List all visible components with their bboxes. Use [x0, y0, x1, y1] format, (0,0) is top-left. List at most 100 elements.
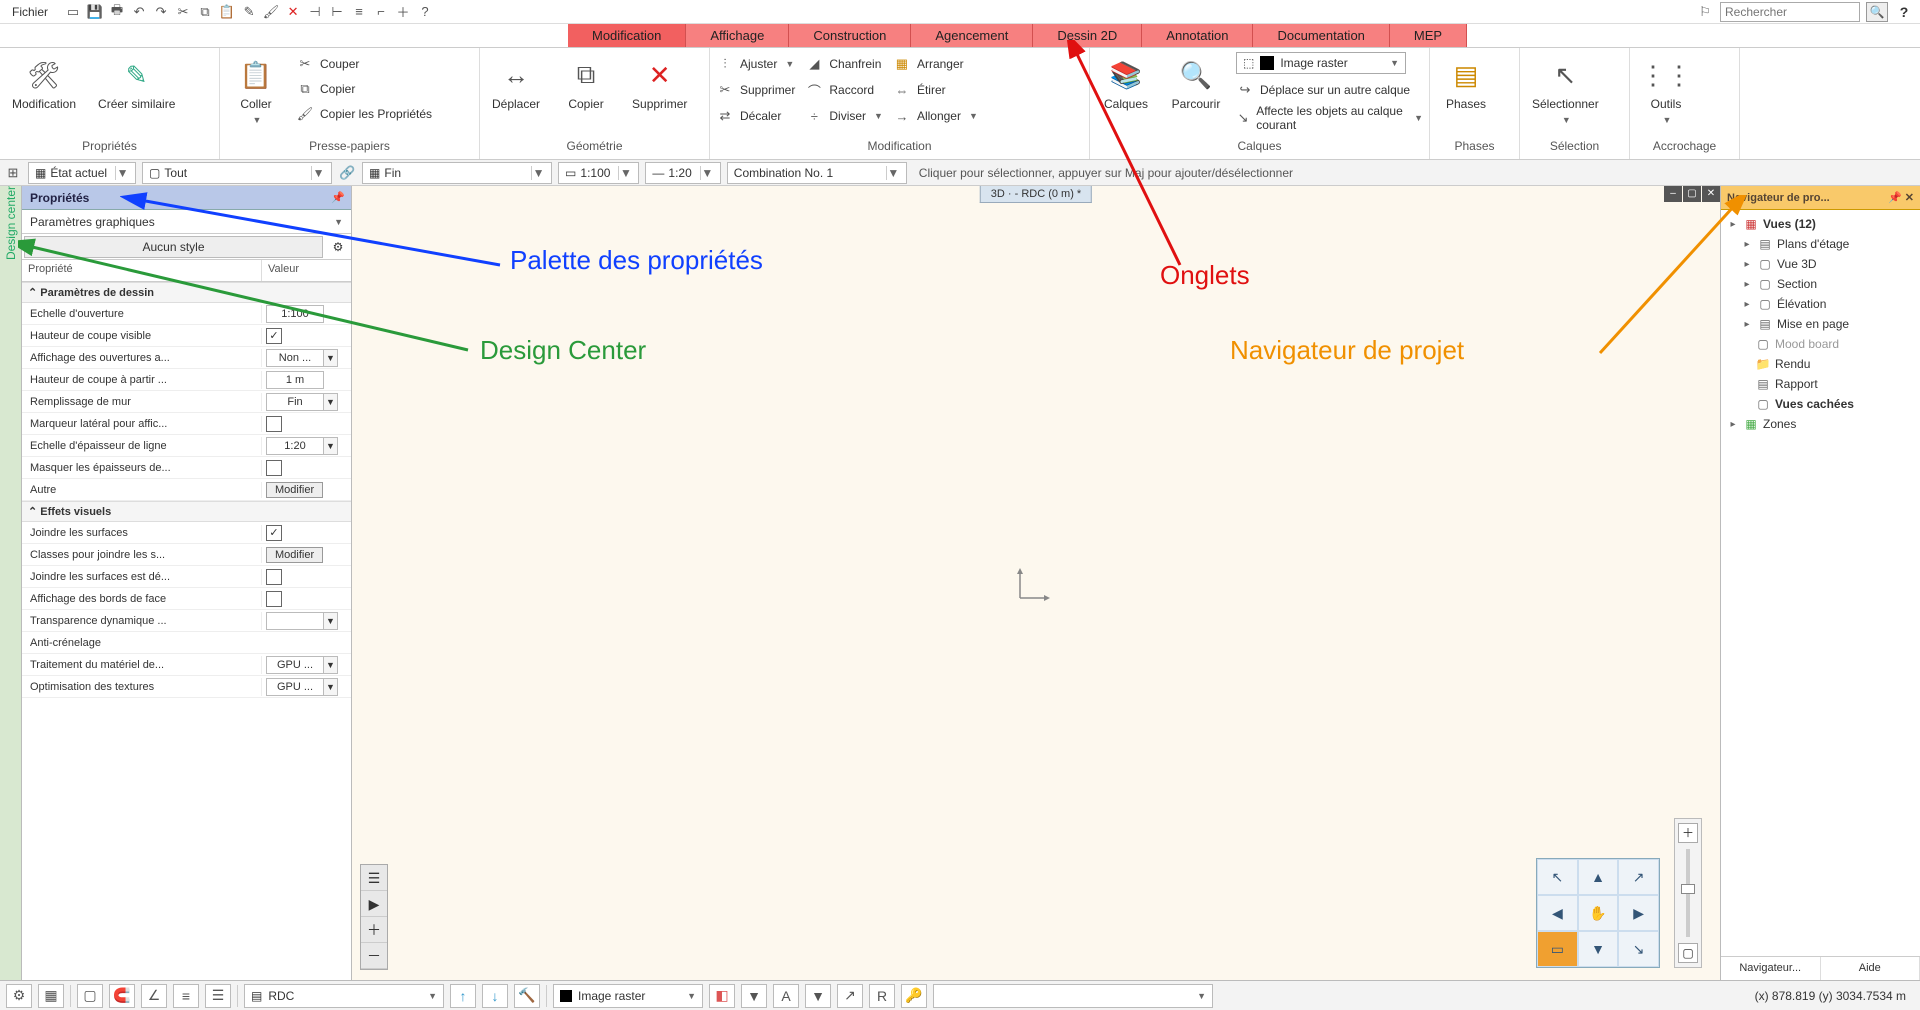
- dim2-icon[interactable]: ⊢: [328, 3, 346, 21]
- nav-nw[interactable]: ↖: [1537, 859, 1578, 895]
- open-icon[interactable]: ▭: [64, 3, 82, 21]
- dd-rempl[interactable]: ▼: [324, 393, 338, 411]
- val-ech-ep[interactable]: 1:20: [266, 437, 324, 455]
- chk-joindre[interactable]: ✓: [266, 525, 282, 541]
- style-button[interactable]: Aucun style: [24, 236, 323, 258]
- tree-moodboard[interactable]: ▢Mood board: [1723, 334, 1918, 354]
- zoom-out-icon[interactable]: －: [361, 943, 387, 969]
- section-dessin[interactable]: ⌃ Paramètres de dessin: [22, 282, 351, 303]
- sb-arrow-icon[interactable]: ↗: [837, 984, 863, 1008]
- minimize-icon[interactable]: –: [1664, 186, 1682, 202]
- search-input[interactable]: [1720, 2, 1860, 22]
- flag-icon[interactable]: ⚐: [1696, 3, 1714, 21]
- redo-icon[interactable]: ↷: [152, 3, 170, 21]
- sb-key-icon[interactable]: 🔑: [901, 984, 927, 1008]
- sb-up-icon[interactable]: ↑: [450, 984, 476, 1008]
- dd-gpu2[interactable]: ▼: [324, 678, 338, 696]
- view-tab[interactable]: 3D · - RDC (0 m) *: [980, 186, 1092, 203]
- val-aff-ouv[interactable]: Non ...: [266, 349, 324, 367]
- tree-vuescachees[interactable]: ▢Vues cachées: [1723, 394, 1918, 414]
- ajuster-button[interactable]: ⫶Ajuster▼: [716, 52, 795, 76]
- nav-sw[interactable]: ▭: [1537, 931, 1578, 967]
- nav-pan-icon[interactable]: ✋: [1578, 895, 1619, 931]
- brush-icon[interactable]: 🖌: [262, 3, 280, 21]
- tab-annotation[interactable]: Annotation: [1142, 24, 1253, 47]
- phases-button[interactable]: ▤Phases: [1436, 52, 1496, 115]
- corner-icon[interactable]: ⌐: [372, 3, 390, 21]
- paste-icon[interactable]: 📋: [218, 3, 236, 21]
- copy-props-button[interactable]: 🖌Copier les Propriétés: [296, 102, 432, 126]
- nav-ne[interactable]: ↗: [1618, 859, 1659, 895]
- chk-joindre-def[interactable]: [266, 569, 282, 585]
- modification-button[interactable]: 🛠Modification: [6, 52, 82, 115]
- browse-layers-button[interactable]: 🔍Parcourir: [1166, 52, 1226, 115]
- help-icon[interactable]: ?: [416, 3, 434, 21]
- val-gpu2[interactable]: GPU ...: [266, 678, 324, 696]
- sb-list-icon[interactable]: ☰: [205, 984, 231, 1008]
- section-effets[interactable]: ⌃ Effets visuels: [22, 501, 351, 522]
- pin-nav-icon[interactable]: 📌: [1888, 192, 1902, 204]
- sb-eraser-icon[interactable]: ◧: [709, 984, 735, 1008]
- sb-empty-combo[interactable]: ▼: [933, 984, 1213, 1008]
- dd-gpu1[interactable]: ▼: [324, 656, 338, 674]
- tree-section[interactable]: ▸▢Section: [1723, 274, 1918, 294]
- search-button[interactable]: 🔍: [1866, 2, 1888, 22]
- save-icon[interactable]: 💾: [86, 3, 104, 21]
- layer-combo[interactable]: ⬚Image raster▼: [1236, 52, 1406, 74]
- eyedropper-icon[interactable]: ✎: [240, 3, 258, 21]
- zoom-in-icon[interactable]: ＋: [361, 917, 387, 943]
- maximize-icon[interactable]: ▢: [1683, 186, 1701, 202]
- dd-transp[interactable]: ▼: [324, 612, 338, 630]
- tree-miseenpage[interactable]: ▸▤Mise en page: [1723, 314, 1918, 334]
- zoom-slider[interactable]: ＋ ▢: [1674, 818, 1702, 968]
- tab-dessin2d[interactable]: Dessin 2D: [1033, 24, 1142, 47]
- btn-modifier-autre[interactable]: Modifier: [266, 482, 323, 498]
- 3d-viewport[interactable]: 3D · - RDC (0 m) * – ▢ ✕ ☰ ▶ ＋ － ↖▲↗ ◀✋▶…: [352, 186, 1720, 980]
- properties-combo[interactable]: Paramètres graphiques▼: [22, 210, 351, 234]
- tree-vues[interactable]: ▸▦Vues (12): [1723, 214, 1918, 234]
- copy-geom-button[interactable]: ⧉Copier: [556, 52, 616, 115]
- val-hauteur-partir[interactable]: 1 m: [266, 371, 324, 389]
- dd-ech-ep[interactable]: ▼: [324, 437, 338, 455]
- chanfrein-button[interactable]: ◢Chanfrein: [805, 52, 883, 76]
- tab-documentation[interactable]: Documentation: [1253, 24, 1389, 47]
- zoom-thumb[interactable]: [1681, 884, 1695, 894]
- val-echelle-ouv[interactable]: 1:100: [266, 305, 324, 323]
- val-transp[interactable]: [266, 612, 324, 630]
- copy-button[interactable]: ⧉Copier: [296, 77, 432, 101]
- sb-down-icon[interactable]: ↓: [482, 984, 508, 1008]
- footer-navigateur[interactable]: Navigateur...: [1721, 957, 1821, 980]
- diviser-button[interactable]: ÷Diviser▼: [805, 104, 883, 128]
- affect-layer-button[interactable]: ↘Affecte les objets au calque courant▼: [1236, 106, 1423, 130]
- opt-icon1[interactable]: ⊞: [4, 164, 22, 182]
- scale1-combo[interactable]: ▭1:100▼: [558, 162, 639, 184]
- tree-plans[interactable]: ▸▤Plans d'étage: [1723, 234, 1918, 254]
- dd-aff-ouv[interactable]: ▼: [324, 349, 338, 367]
- sb-hammer-icon[interactable]: 🔨: [514, 984, 540, 1008]
- cut-button[interactable]: ✂Couper: [296, 52, 432, 76]
- supprimer-button[interactable]: ✂Supprimer: [716, 78, 795, 102]
- tree-rendu[interactable]: 📁Rendu: [1723, 354, 1918, 374]
- tab-affichage[interactable]: Affichage: [686, 24, 789, 47]
- dim-icon[interactable]: ⊣: [306, 3, 324, 21]
- tree-vue3d[interactable]: ▸▢Vue 3D: [1723, 254, 1918, 274]
- plus-icon[interactable]: ＋: [394, 3, 412, 21]
- sb-rdc-combo[interactable]: ▤RDC▼: [244, 984, 444, 1008]
- print-icon[interactable]: 🖶: [108, 3, 126, 21]
- scale2-combo[interactable]: —1:20▼: [645, 162, 720, 184]
- delete-button[interactable]: ✕Supprimer: [626, 52, 693, 115]
- menu-file[interactable]: Fichier: [0, 0, 60, 23]
- allonger-button[interactable]: →Allonger▼: [893, 104, 978, 128]
- sb-frame-icon[interactable]: ▢: [77, 984, 103, 1008]
- layers-button[interactable]: 📚Calques: [1096, 52, 1156, 115]
- zoom-fit-icon[interactable]: ▢: [1678, 943, 1698, 963]
- cut-icon[interactable]: ✂: [174, 3, 192, 21]
- tab-mep[interactable]: MEP: [1390, 24, 1467, 47]
- create-similar-button[interactable]: ✎Créer similaire: [92, 52, 181, 115]
- paste-button[interactable]: 📋Coller▼: [226, 52, 286, 129]
- chk-masq[interactable]: [266, 460, 282, 476]
- select-button[interactable]: ↖Sélectionner▼: [1526, 52, 1605, 129]
- nav-n[interactable]: ▲: [1578, 859, 1619, 895]
- undo-icon[interactable]: ↶: [130, 3, 148, 21]
- tab-agencement[interactable]: Agencement: [911, 24, 1033, 47]
